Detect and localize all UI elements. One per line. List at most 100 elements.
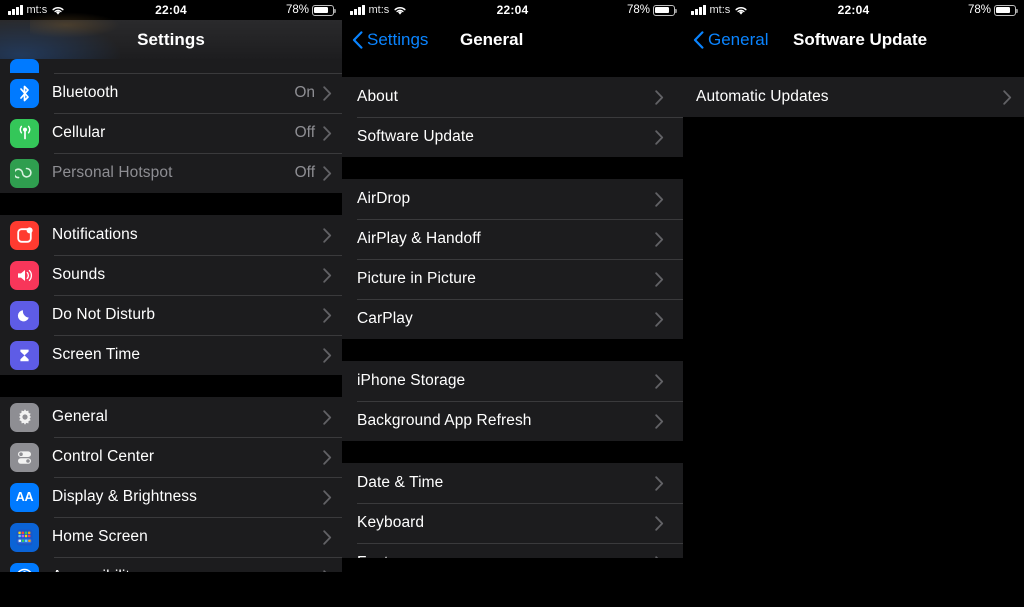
status-bar-right: 78% bbox=[968, 4, 1019, 16]
chevron-right-icon bbox=[1003, 89, 1012, 105]
battery-icon bbox=[312, 4, 337, 16]
status-bar-panel-1: mt:s 22:04 78% bbox=[0, 0, 342, 20]
back-button-general[interactable]: General bbox=[693, 30, 768, 50]
battery-icon bbox=[653, 4, 678, 16]
sidebar-item-personal-hotspot[interactable]: Personal Hotspot Off bbox=[0, 153, 342, 193]
list-item-label: iPhone Storage bbox=[357, 372, 466, 389]
page-title: Settings bbox=[137, 29, 205, 49]
group-gap bbox=[342, 59, 683, 77]
general-group-sharing: AirDrop AirPlay & Handoff Picture in Pic… bbox=[342, 179, 683, 339]
chevron-right-icon bbox=[323, 125, 332, 141]
sidebar-item-label: Home Screen bbox=[52, 528, 148, 545]
page-title: General bbox=[460, 29, 524, 49]
sidebar-item-label: Do Not Disturb bbox=[52, 306, 156, 323]
list-item-label: Picture in Picture bbox=[357, 270, 476, 287]
bluetooth-icon bbox=[10, 78, 39, 108]
hotspot-state-value: Off bbox=[294, 164, 315, 181]
list-item-date-time[interactable]: Date & Time bbox=[342, 463, 683, 503]
sidebar-item-notifications[interactable]: Notifications bbox=[0, 215, 342, 255]
list-item-background-app-refresh[interactable]: Background App Refresh bbox=[342, 401, 683, 441]
chevron-right-icon bbox=[323, 267, 332, 283]
list-item-label: Automatic Updates bbox=[696, 88, 829, 105]
list-item-about[interactable]: About bbox=[342, 77, 683, 117]
nav-blur-glow bbox=[0, 20, 120, 59]
general-group-input: Date & Time Keyboard Fonts bbox=[342, 463, 683, 558]
sidebar-item-label: General bbox=[52, 408, 108, 425]
chevron-left-icon bbox=[693, 30, 704, 49]
sidebar-item-sounds[interactable]: Sounds bbox=[0, 255, 342, 295]
control-center-toggles-icon bbox=[10, 442, 39, 472]
chevron-right-icon bbox=[655, 475, 664, 491]
list-item-airplay-handoff[interactable]: AirPlay & Handoff bbox=[342, 219, 683, 259]
back-button-label: Settings bbox=[367, 29, 429, 49]
sidebar-item-general[interactable]: General bbox=[0, 397, 342, 437]
list-item-label: Software Update bbox=[357, 128, 474, 145]
accessibility-icon bbox=[10, 562, 39, 572]
list-item-iphone-storage[interactable]: iPhone Storage bbox=[342, 361, 683, 401]
chevron-right-icon bbox=[655, 311, 664, 327]
list-item-software-update[interactable]: Software Update bbox=[342, 117, 683, 157]
sidebar-item-control-center[interactable]: Control Center bbox=[0, 437, 342, 477]
chevron-right-icon bbox=[323, 347, 332, 363]
sidebar-item-accessibility-clipped: Accessibility bbox=[0, 557, 342, 572]
group-gap bbox=[342, 157, 683, 179]
list-item-fonts[interactable]: Fonts bbox=[342, 543, 683, 558]
group-gap bbox=[0, 193, 342, 215]
bluetooth-state-value: On bbox=[294, 84, 315, 101]
list-item-label: AirDrop bbox=[357, 190, 411, 207]
panel-settings-root: mt:s 22:04 78% Settings Bluetooth On Cel… bbox=[0, 0, 342, 607]
back-button-settings[interactable]: Settings bbox=[352, 30, 428, 50]
sidebar-item-bluetooth[interactable]: Bluetooth On bbox=[0, 73, 342, 113]
list-item-airdrop[interactable]: AirDrop bbox=[342, 179, 683, 219]
nav-bar-panel-1: Settings bbox=[0, 12, 342, 59]
group-gap bbox=[0, 375, 342, 397]
list-item-label: CarPlay bbox=[357, 310, 413, 327]
group-gap bbox=[342, 339, 683, 361]
settings-group-alerts: Notifications Sounds Do Not Disturb Scre… bbox=[0, 215, 342, 375]
group-gap bbox=[342, 441, 683, 463]
chevron-right-icon bbox=[323, 529, 332, 545]
panel-software-update: mt:s 22:04 78% General Software Update A… bbox=[683, 0, 1024, 607]
sidebar-item-label: Control Center bbox=[52, 448, 155, 465]
sidebar-item-label: Cellular bbox=[52, 124, 106, 141]
panel-general: mt:s 22:04 78% Settings General About So… bbox=[342, 0, 683, 607]
chevron-right-icon bbox=[323, 227, 332, 243]
chevron-right-icon bbox=[323, 409, 332, 425]
sidebar-item-screen-time[interactable]: Screen Time bbox=[0, 335, 342, 375]
general-group-info: About Software Update bbox=[342, 77, 683, 157]
list-item-carplay[interactable]: CarPlay bbox=[342, 299, 683, 339]
sidebar-item-label: Accessibility bbox=[52, 568, 323, 572]
battery-icon bbox=[994, 4, 1019, 16]
chevron-right-icon bbox=[323, 569, 327, 572]
partial-row-above-bluetooth[interactable] bbox=[0, 59, 342, 73]
list-item-picture-in-picture[interactable]: Picture in Picture bbox=[342, 259, 683, 299]
chevron-left-icon bbox=[352, 30, 363, 49]
chevron-right-icon bbox=[655, 373, 664, 389]
list-item-label: Fonts bbox=[357, 554, 655, 558]
status-bar-right: 78% bbox=[627, 4, 678, 16]
sidebar-item-display-brightness[interactable]: AA Display & Brightness bbox=[0, 477, 342, 517]
gear-icon bbox=[10, 402, 39, 432]
list-item-label: Date & Time bbox=[357, 474, 444, 491]
status-bar-right: 78% bbox=[285, 4, 337, 16]
battery-percent-label: 78% bbox=[285, 4, 309, 16]
sidebar-item-do-not-disturb[interactable]: Do Not Disturb bbox=[0, 295, 342, 335]
chevron-right-icon bbox=[323, 489, 332, 505]
do-not-disturb-moon-icon bbox=[10, 300, 39, 330]
chevron-right-icon bbox=[323, 85, 332, 101]
sidebar-item-accessibility[interactable]: Accessibility bbox=[0, 557, 342, 572]
sidebar-item-home-screen[interactable]: Home Screen bbox=[0, 517, 342, 557]
list-item-keyboard[interactable]: Keyboard bbox=[342, 503, 683, 543]
general-group-storage: iPhone Storage Background App Refresh bbox=[342, 361, 683, 441]
page-title: Software Update bbox=[793, 29, 928, 49]
list-item-label: Background App Refresh bbox=[357, 412, 532, 429]
sounds-icon bbox=[10, 260, 39, 290]
screen-time-hourglass-icon bbox=[10, 340, 39, 370]
sidebar-item-cellular[interactable]: Cellular Off bbox=[0, 113, 342, 153]
settings-group-connectivity: Bluetooth On Cellular Off Personal Hotsp… bbox=[0, 73, 342, 193]
chevron-right-icon bbox=[655, 231, 664, 247]
sidebar-item-label: Bluetooth bbox=[52, 84, 119, 101]
nav-bar-panel-2: Settings General bbox=[342, 20, 683, 59]
settings-group-system: General Control Center AA Display & Brig… bbox=[0, 397, 342, 572]
list-item-automatic-updates[interactable]: Automatic Updates bbox=[683, 77, 1024, 117]
